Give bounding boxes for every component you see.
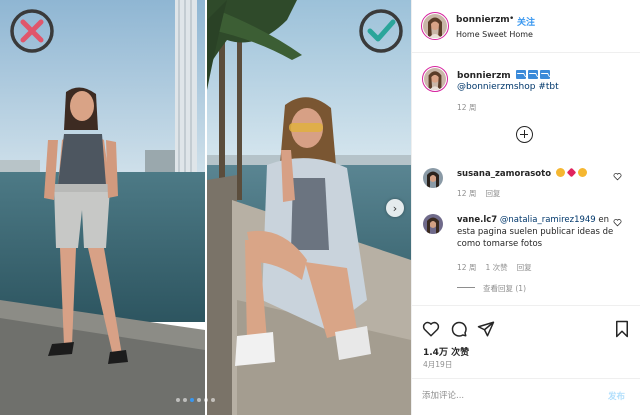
add-comment-bar: 发布 — [412, 378, 640, 415]
bad-pose-photo-illustration — [0, 0, 205, 415]
comment-meta: 12 周回复 — [457, 188, 500, 199]
follow-button[interactable]: 关注 — [517, 15, 535, 28]
good-pose-photo-illustration — [207, 0, 411, 415]
view-replies-label: 查看回复 (1) — [483, 284, 527, 293]
heart-icon[interactable] — [613, 172, 622, 181]
comment-like-count[interactable]: 1 次赞 — [485, 263, 507, 272]
post-actions-section: 1.4万 次赞 4月19日 发布 — [412, 305, 640, 415]
reply-button[interactable]: 回复 — [485, 189, 500, 198]
post-details-panel: bonnierzm • 关注 Home Sweet Home bonnierzm… — [411, 0, 640, 415]
check-mark-icon — [358, 8, 404, 54]
like-count[interactable]: 1.4万 次赞 — [423, 345, 469, 358]
carousel-dot-active — [190, 398, 194, 402]
comment-meta: 12 周 1 次赞 回复 — [457, 262, 532, 273]
post-photo-carousel: › — [0, 0, 411, 415]
replies-divider-line — [457, 287, 475, 288]
comment-username[interactable]: vane.lc7 — [457, 215, 497, 225]
comment-avatar[interactable] — [423, 214, 443, 234]
carousel-next-button[interactable]: › — [386, 199, 404, 217]
heart-eyes-emoji-icon — [556, 168, 566, 177]
header-separator: • — [509, 14, 515, 24]
caption-username-line: bonnierzm — [457, 70, 550, 81]
carousel-indicator — [176, 398, 215, 402]
comment-avatar[interactable] — [423, 168, 443, 188]
carousel-dot — [211, 398, 215, 402]
bookmark-icon[interactable] — [613, 320, 631, 338]
comment-timestamp: 12 周 — [457, 263, 477, 272]
red-heart-emoji-icon — [566, 167, 577, 178]
comment-timestamp: 12 周 — [457, 189, 477, 198]
smile-emoji-icon — [578, 168, 588, 177]
post-header: bonnierzm • 关注 Home Sweet Home — [412, 0, 640, 53]
post-author-username[interactable]: bonnierzm — [456, 15, 510, 25]
comment-mention-link[interactable]: @natalia_ramirez1949 — [500, 215, 596, 225]
heart-icon[interactable] — [613, 218, 622, 227]
share-icon[interactable] — [477, 320, 495, 338]
heart-icon[interactable] — [422, 320, 440, 338]
load-more-comments-button[interactable] — [516, 126, 533, 143]
arrow-right-emoji-icon — [539, 70, 550, 79]
post-comment-button[interactable]: 发布 — [608, 390, 625, 402]
photo-good-pose — [207, 0, 411, 415]
arrow-right-emoji-icon — [527, 70, 538, 79]
comment-icon[interactable] — [450, 320, 468, 338]
cross-mark-icon — [9, 8, 55, 54]
photo-bad-pose — [0, 0, 205, 415]
caption-username[interactable]: bonnierzm — [457, 71, 511, 81]
caption-timestamp: 12 周 — [457, 103, 477, 112]
carousel-dot — [176, 398, 180, 402]
comment-line: susana_zamorasoto — [457, 167, 588, 179]
comment-input[interactable] — [422, 388, 592, 404]
chevron-right-icon: › — [392, 201, 398, 215]
reply-button[interactable]: 回复 — [517, 263, 532, 272]
carousel-dot — [183, 398, 187, 402]
comment-username[interactable]: susana_zamorasoto — [457, 169, 551, 179]
carousel-dot — [204, 398, 208, 402]
arrow-right-emoji-icon — [515, 70, 526, 79]
post-location[interactable]: Home Sweet Home — [456, 30, 533, 39]
carousel-dot — [197, 398, 201, 402]
caption-text[interactable]: @bonnierzmshop #tbt — [457, 82, 559, 92]
caption-avatar[interactable] — [422, 66, 448, 92]
avatar[interactable] — [421, 12, 449, 40]
view-replies-button[interactable]: 查看回复 (1) — [457, 283, 526, 294]
comment-line: vane.lc7 @natalia_ramirez1949 en esta pa… — [457, 214, 627, 250]
post-date: 4月19日 — [423, 360, 453, 369]
